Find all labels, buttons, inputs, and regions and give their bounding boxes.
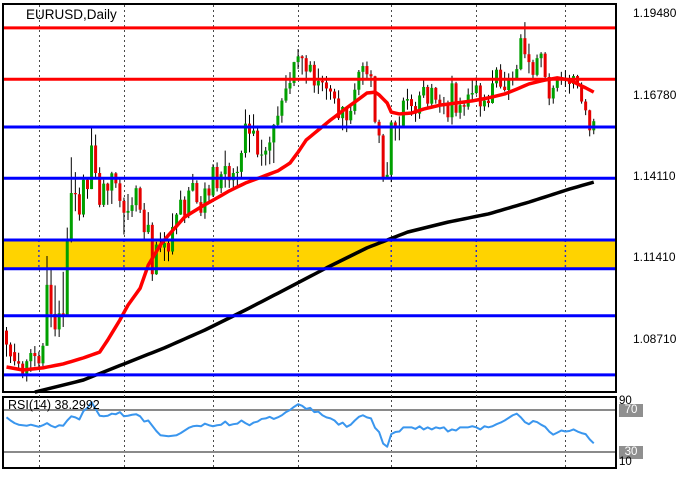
price-tick-label: 1.16780 — [633, 87, 677, 102]
time-axis[interactable]: 20 Mar 202514 May 20259 Jul 20253 Sep 20… — [0, 470, 700, 500]
price-tick-label: 1.14110 — [633, 168, 676, 183]
rsi-scale-label: 70 — [619, 404, 643, 417]
price-axis[interactable]: 1.194801.167801.141101.114101.087101.159… — [617, 0, 700, 470]
ma-fast-line — [6, 76, 595, 372]
trading-chart-window: EURUSD,Daily RSI(14) 38.2992 1.19480 1.16… — [0, 0, 700, 500]
price-tick-label: 1.08710 — [633, 332, 677, 347]
price-tick-label: 1.11410 — [633, 250, 676, 265]
symbol-timeframe-title: EURUSD,Daily — [26, 7, 117, 22]
rsi-scale-label: 10 — [619, 456, 632, 468]
ma-200-line — [34, 180, 595, 394]
rsi-indicator-label: RSI(14) 38.2992 — [8, 398, 100, 412]
supply-zone[interactable] — [4, 239, 615, 269]
price-chart-canvas[interactable] — [4, 5, 615, 394]
price-tick-label: 1.19480 — [633, 5, 677, 20]
candle-wicks — [6, 22, 595, 382]
